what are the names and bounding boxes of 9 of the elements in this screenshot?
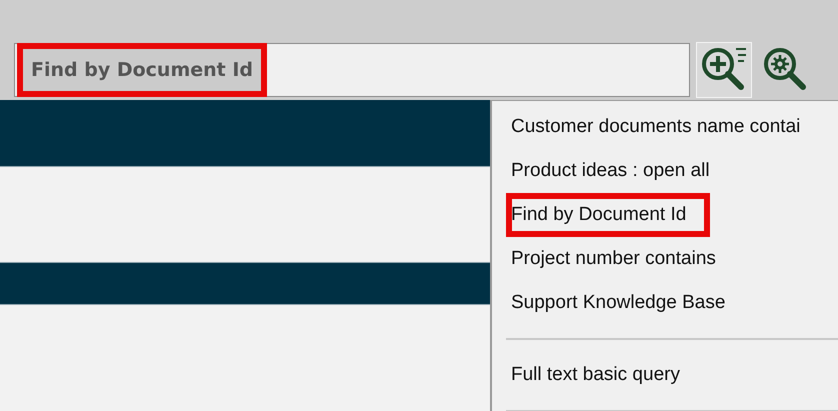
menu-item[interactable]: Project number contains (506, 237, 716, 281)
menu-item[interactable]: Full text basic query (506, 353, 680, 397)
menu-item[interactable]: Support Knowledge Base (506, 281, 726, 325)
search-field[interactable]: Find by Document Id (14, 43, 690, 97)
menu-item[interactable]: Product ideas : open all (506, 149, 710, 193)
menu-item[interactable]: Customer documents name contai (506, 105, 800, 149)
add-query-button[interactable] (696, 42, 752, 98)
selected-list-row[interactable] (0, 263, 490, 305)
menu-item[interactable]: Find by Document Id (506, 193, 710, 237)
